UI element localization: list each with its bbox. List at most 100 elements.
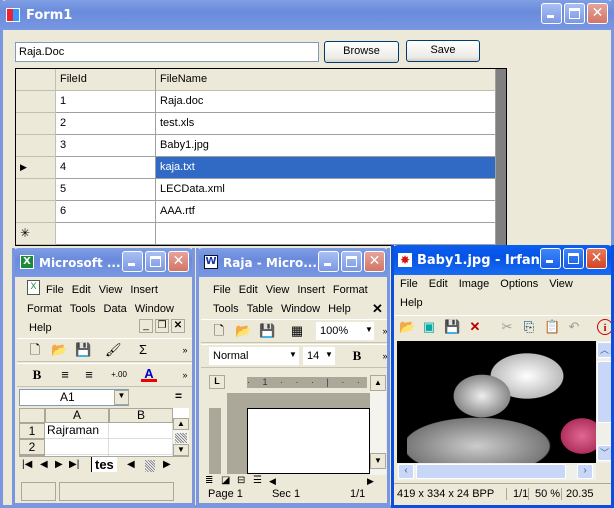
column-header-b[interactable]: B bbox=[109, 408, 173, 423]
tab-last-icon[interactable]: ▶| bbox=[69, 459, 79, 470]
scroll-down-icon[interactable]: ▼ bbox=[173, 444, 189, 456]
new-row-filename-cell[interactable] bbox=[156, 223, 496, 245]
minimize-button[interactable] bbox=[541, 3, 562, 24]
table-row[interactable]: 2 test.xls bbox=[16, 113, 496, 135]
font-color-icon[interactable]: A bbox=[141, 366, 157, 382]
scroll-thumb[interactable] bbox=[175, 433, 187, 443]
fileid-cell[interactable]: 4 bbox=[56, 157, 156, 179]
format-painter-icon[interactable]: 🖌 bbox=[105, 342, 122, 358]
word-menu-help[interactable]: Help bbox=[328, 303, 351, 315]
scroll-up-icon[interactable]: ▲ bbox=[370, 375, 386, 391]
fileid-cell[interactable]: 3 bbox=[56, 135, 156, 157]
word-titlebar[interactable]: W Raja - Micro... ✕ bbox=[199, 248, 387, 277]
undo-icon[interactable]: ↶ bbox=[566, 319, 582, 335]
maximize-button[interactable] bbox=[564, 3, 585, 24]
irfan-menu-image[interactable]: Image bbox=[459, 278, 490, 290]
save-icon[interactable]: 💾 bbox=[444, 319, 460, 335]
table-row[interactable]: ▶ 4 kaja.txt bbox=[16, 157, 496, 179]
style-select[interactable]: Normal bbox=[209, 347, 299, 365]
align-left-icon[interactable]: ≡ bbox=[57, 367, 73, 383]
toolbar-more-icon[interactable]: » bbox=[177, 367, 192, 383]
toolbar-more-icon[interactable]: » bbox=[377, 323, 387, 339]
save-icon[interactable]: 💾 bbox=[259, 323, 275, 339]
excel-menu-window[interactable]: Window bbox=[135, 303, 174, 315]
cell-a[interactable]: Rajraman bbox=[45, 423, 109, 439]
row-number[interactable]: 1 bbox=[19, 423, 45, 439]
filename-cell[interactable]: kaja.txt bbox=[156, 157, 496, 179]
fileid-cell[interactable]: 5 bbox=[56, 179, 156, 201]
copy-icon[interactable]: ⎘ bbox=[521, 319, 537, 335]
scroll-left-icon[interactable]: ‹ bbox=[398, 464, 414, 479]
excel-menu-data[interactable]: Data bbox=[104, 303, 127, 315]
autosum-icon[interactable]: Σ bbox=[135, 342, 151, 358]
table-row[interactable]: 1 Raja.doc bbox=[16, 91, 496, 113]
scroll-thumb[interactable] bbox=[597, 361, 611, 423]
increase-decimal-icon[interactable]: +.00 bbox=[111, 367, 127, 383]
grid-new-row[interactable]: ✳ bbox=[16, 223, 496, 245]
cell-b[interactable] bbox=[109, 423, 173, 439]
tab-prev-icon[interactable]: ◀ bbox=[40, 459, 48, 470]
align-center-icon[interactable]: ≡ bbox=[81, 367, 97, 383]
filename-cell[interactable]: LECData.xml bbox=[156, 179, 496, 201]
excel-menu-tools[interactable]: Tools bbox=[70, 303, 96, 315]
file-data-grid[interactable]: FileId FileName 1 Raja.doc 2 test.xls 3 … bbox=[15, 68, 507, 246]
column-header-fileid[interactable]: FileId bbox=[56, 69, 156, 91]
bold-icon[interactable]: B bbox=[349, 348, 365, 364]
excel-titlebar[interactable]: X Microsoft ... ✕ bbox=[15, 248, 192, 277]
irfan-menu-options[interactable]: Options bbox=[500, 278, 538, 290]
scroll-right-icon[interactable]: › bbox=[577, 464, 593, 479]
row-number[interactable]: 2 bbox=[19, 439, 45, 455]
row-header[interactable]: ▶ bbox=[16, 157, 56, 179]
tab-next-icon[interactable]: ▶ bbox=[55, 459, 63, 470]
fileid-cell[interactable]: 1 bbox=[56, 91, 156, 113]
scroll-down-icon[interactable]: ▼ bbox=[370, 453, 386, 469]
new-row-fileid-cell[interactable] bbox=[56, 223, 156, 245]
table-row[interactable]: 6 AAA.rtf bbox=[16, 201, 496, 223]
image-viewport[interactable] bbox=[397, 341, 596, 463]
open-icon[interactable]: 📂 bbox=[399, 319, 415, 335]
info-icon[interactable]: i bbox=[597, 319, 611, 335]
formula-equals[interactable]: = bbox=[175, 389, 182, 403]
font-size-dropdown-icon[interactable]: ▼ bbox=[325, 350, 333, 359]
fileid-cell[interactable]: 6 bbox=[56, 201, 156, 223]
doc-restore-icon[interactable]: ❐ bbox=[155, 319, 169, 333]
word-doc-close-icon[interactable]: ✕ bbox=[372, 301, 383, 317]
scroll-up-icon[interactable]: ︿ bbox=[597, 342, 611, 358]
irfan-vscroll[interactable]: ︿ ﹀ bbox=[596, 341, 611, 463]
word-menu-view[interactable]: View bbox=[266, 284, 290, 296]
filename-cell[interactable]: test.xls bbox=[156, 113, 496, 135]
excel-vscroll[interactable]: ▲ ▼ bbox=[173, 418, 189, 456]
excel-menu-file[interactable]: File bbox=[46, 284, 64, 296]
word-menu-format[interactable]: Format bbox=[333, 284, 368, 296]
excel-menu-format[interactable]: Format bbox=[27, 303, 62, 315]
row-header[interactable] bbox=[16, 201, 56, 223]
column-header-a[interactable]: A bbox=[45, 408, 109, 423]
word-close-button[interactable]: ✕ bbox=[364, 251, 385, 272]
filename-cell[interactable]: Raja.doc bbox=[156, 91, 496, 113]
word-maximize-button[interactable] bbox=[341, 251, 362, 272]
open-icon[interactable]: 📂 bbox=[235, 323, 251, 339]
zoom-dropdown-icon[interactable]: ▼ bbox=[365, 325, 373, 334]
new-icon[interactable]: 🗋 bbox=[211, 323, 227, 339]
name-box-dropdown-icon[interactable]: ▼ bbox=[114, 390, 129, 405]
filename-cell[interactable]: Baby1.jpg bbox=[156, 135, 496, 157]
irfan-maximize-button[interactable] bbox=[563, 248, 584, 269]
word-menu-window[interactable]: Window bbox=[281, 303, 320, 315]
irfan-menu-file[interactable]: File bbox=[400, 278, 418, 290]
cell-b[interactable] bbox=[109, 439, 173, 455]
word-menu-insert[interactable]: Insert bbox=[297, 284, 325, 296]
row-header[interactable] bbox=[16, 113, 56, 135]
irfan-menu-help[interactable]: Help bbox=[400, 294, 423, 313]
open-icon[interactable]: 📂 bbox=[51, 342, 67, 358]
hscroll-thumb[interactable] bbox=[145, 460, 155, 472]
toolbar-more-icon[interactable]: » bbox=[177, 342, 192, 358]
doc-close-icon[interactable]: ✕ bbox=[171, 319, 185, 333]
vertical-ruler[interactable] bbox=[209, 408, 221, 474]
paste-icon[interactable]: 📋 bbox=[544, 319, 560, 335]
toolbar-more-icon[interactable]: » bbox=[377, 348, 387, 364]
excel-menu-insert[interactable]: Insert bbox=[130, 284, 158, 296]
irfan-hscroll[interactable]: ‹ › bbox=[397, 463, 596, 480]
file-path-input[interactable]: Raja.Doc bbox=[15, 42, 319, 62]
save-icon[interactable]: 💾 bbox=[75, 342, 91, 358]
hscroll-thumb[interactable] bbox=[416, 464, 566, 479]
